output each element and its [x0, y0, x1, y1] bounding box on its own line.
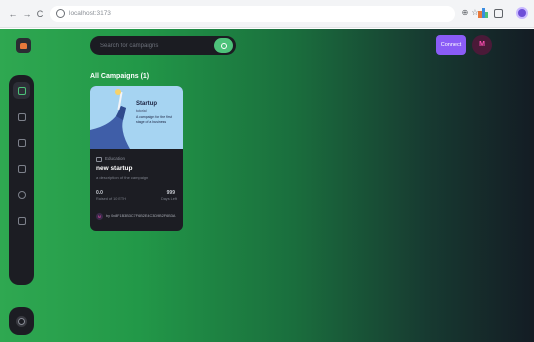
image-subtitle: tutorial	[136, 109, 147, 113]
sidebar-item-campaign[interactable]	[13, 108, 30, 125]
app-root: Connect M All Campaigns (1)	[0, 29, 534, 342]
extension-icon[interactable]	[478, 8, 488, 18]
category-icon	[96, 157, 102, 162]
extensions-menu-icon[interactable]	[494, 9, 503, 18]
campaign-icon	[17, 112, 26, 121]
profile-avatar[interactable]	[516, 7, 528, 19]
avatar-mark: M	[479, 41, 485, 48]
url-text[interactable]: localhost:3173	[69, 9, 111, 18]
back-button[interactable]: ←	[8, 9, 18, 19]
dashboard-icon	[17, 86, 26, 95]
sidebar-item-payment[interactable]	[13, 134, 30, 151]
owner-avatar: M	[96, 213, 103, 220]
logo-icon	[20, 42, 27, 49]
campaign-card[interactable]: Startup tutorial A campaign for the firs…	[90, 86, 183, 231]
owner-address: by 0x8F1B3B3C7F6B2E4C3D9B2F6B3A	[106, 214, 176, 218]
payment-icon	[17, 138, 26, 147]
owner-initial: M	[98, 214, 101, 219]
withdraw-icon	[17, 164, 26, 173]
raised-value: 0.0	[96, 190, 103, 196]
forward-button[interactable]: →	[22, 9, 32, 19]
sidebar-item-dashboard[interactable]	[13, 82, 30, 99]
sidebar	[9, 75, 34, 285]
raised-label: Raised of 10 ETH	[96, 197, 126, 201]
days-left-label: Days Left	[160, 197, 177, 201]
connect-button[interactable]: Connect	[436, 35, 466, 55]
address-bar[interactable]: localhost:3173	[50, 6, 455, 22]
campaign-image: Startup tutorial A campaign for the firs…	[90, 86, 183, 149]
logout-icon	[17, 216, 26, 225]
campaign-title: new startup	[96, 165, 133, 172]
search-icon	[220, 42, 227, 49]
theme-toggle[interactable]	[9, 307, 34, 335]
sun-icon	[18, 317, 25, 325]
image-text: A campaign for the first stage of a busi…	[136, 115, 172, 124]
search-input[interactable]	[100, 39, 210, 52]
sidebar-item-logout[interactable]	[13, 212, 30, 229]
days-left-value: 999	[166, 190, 175, 196]
user-avatar[interactable]: M	[472, 35, 492, 55]
reload-button[interactable]: C	[35, 9, 45, 19]
site-info-icon[interactable]	[56, 9, 65, 18]
sidebar-item-profile[interactable]	[13, 186, 30, 203]
section-title: All Campaigns (1)	[90, 73, 150, 80]
campaign-description: a description of the campaign	[96, 175, 149, 180]
sidebar-item-withdraw[interactable]	[13, 160, 30, 177]
campaign-category: Education	[105, 156, 126, 161]
browser-toolbar: ← → C localhost:3173 ⊕ ☆	[0, 0, 534, 28]
image-title: Startup	[136, 101, 157, 107]
profile-icon	[17, 190, 26, 199]
app-logo[interactable]	[16, 38, 31, 53]
search-button[interactable]	[214, 38, 233, 53]
